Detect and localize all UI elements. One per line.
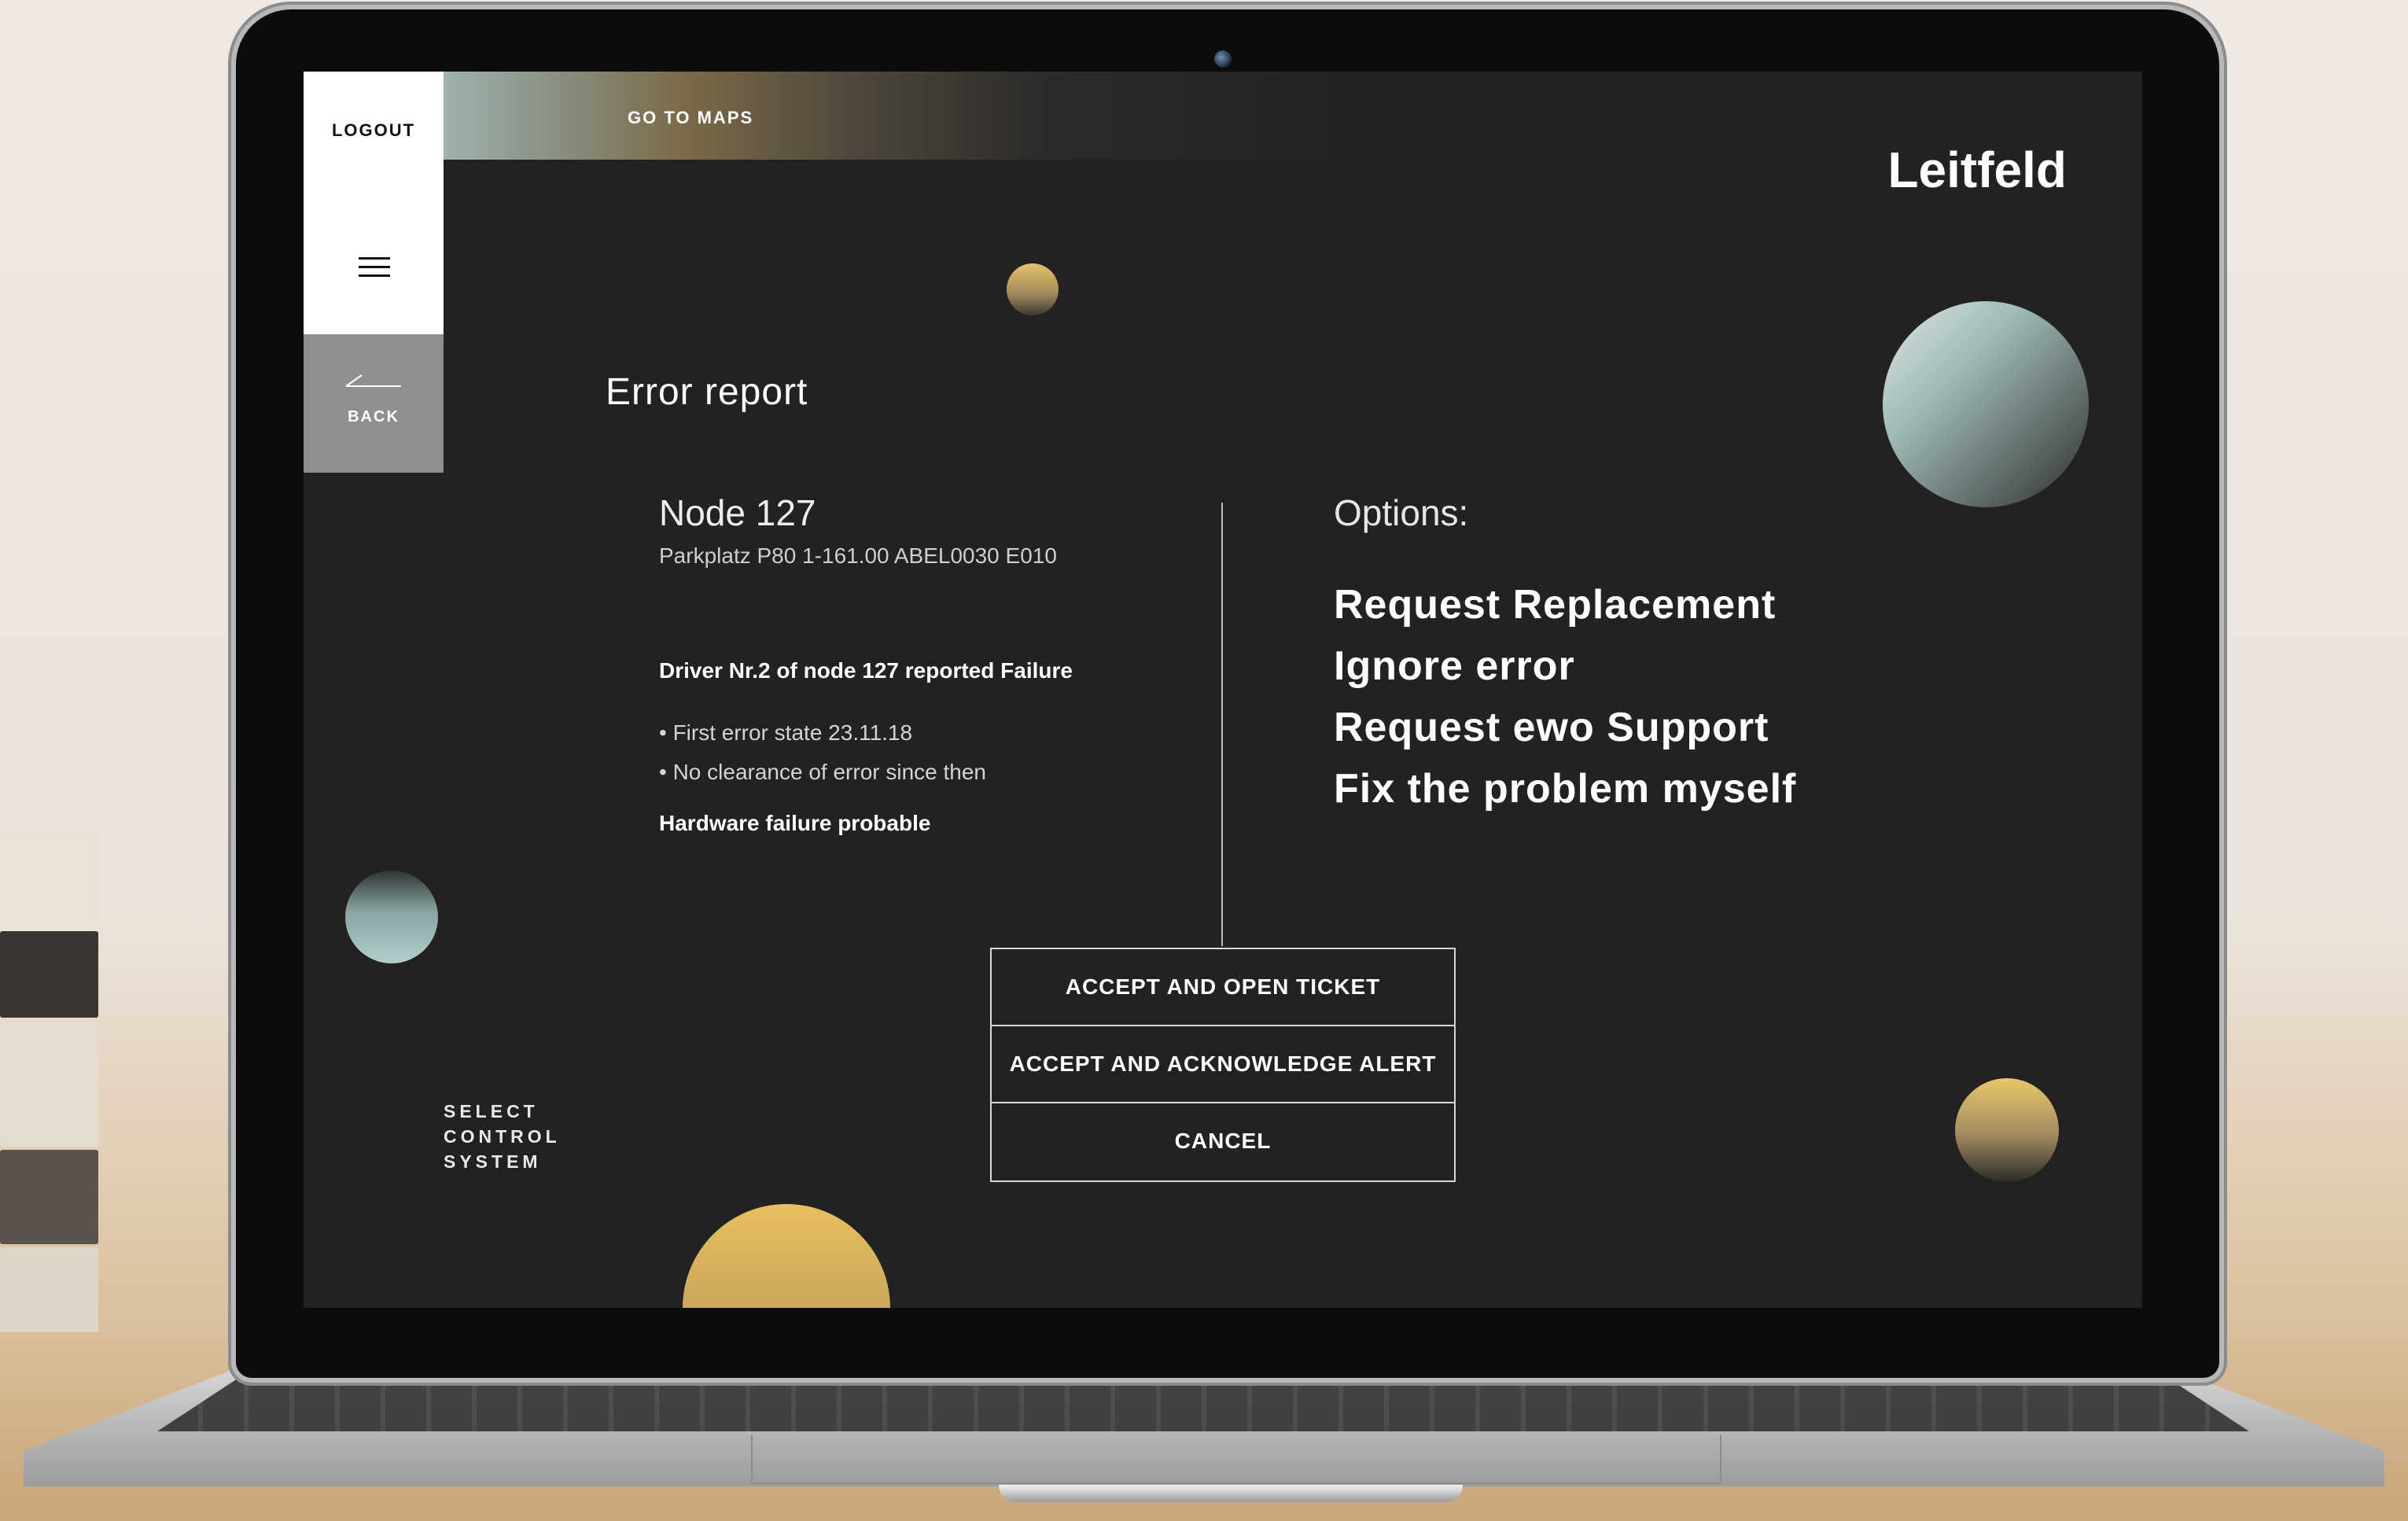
back-label[interactable]: BACK bbox=[304, 408, 444, 426]
hamburger-icon[interactable] bbox=[359, 257, 390, 278]
decorative-orb bbox=[1955, 1078, 2059, 1182]
option-ignore-error[interactable]: Ignore error bbox=[1334, 643, 1575, 690]
page-title: Error report bbox=[606, 371, 808, 413]
error-details-list: • First error state 23.11.18 • No cleara… bbox=[659, 713, 986, 792]
top-navigation-bar: GO TO MAPS bbox=[444, 72, 1372, 160]
error-detail-item: • First error state 23.11.18 bbox=[659, 720, 913, 745]
node-location: Parkplatz P80 1-161.00 ABEL0030 E010 bbox=[659, 543, 1057, 568]
node-title: Node 127 bbox=[659, 492, 816, 533]
option-request-support[interactable]: Request ewo Support bbox=[1334, 704, 1769, 751]
laptop-keyboard bbox=[157, 1376, 2249, 1431]
driver-report: Driver Nr.2 of node 127 reported Failure bbox=[659, 658, 1073, 683]
options-heading: Options: bbox=[1334, 492, 1469, 533]
vertical-divider bbox=[1221, 503, 1223, 946]
select-control-system-line: SELECT bbox=[444, 1101, 539, 1121]
back-button[interactable] bbox=[304, 334, 444, 473]
laptop-trackpad bbox=[751, 1435, 1721, 1484]
webcam-icon bbox=[1214, 50, 1232, 68]
cancel-button[interactable]: CANCEL bbox=[992, 1102, 1454, 1179]
select-control-system-line: CONTROL bbox=[444, 1126, 561, 1147]
decorative-orb bbox=[1883, 301, 2089, 507]
select-control-system-line: SYSTEM bbox=[444, 1151, 542, 1172]
decorative-orb bbox=[683, 1204, 890, 1308]
diagnosis-text: Hardware failure probable bbox=[659, 811, 931, 835]
brand-logo: Leitfeld bbox=[1887, 142, 2067, 198]
option-request-replacement[interactable]: Request Replacement bbox=[1334, 581, 1776, 628]
accept-open-ticket-button[interactable]: ACCEPT AND OPEN TICKET bbox=[992, 949, 1454, 1025]
app-screen: GO TO MAPS LOGOUT BACK Leitfeld Error re… bbox=[304, 72, 2142, 1308]
accept-acknowledge-alert-button[interactable]: ACCEPT AND ACKNOWLEDGE ALERT bbox=[992, 1025, 1454, 1102]
sidebar-panel: LOGOUT bbox=[304, 72, 444, 334]
action-button-group: ACCEPT AND OPEN TICKET ACCEPT AND ACKNOW… bbox=[990, 948, 1456, 1182]
decorative-orb bbox=[1007, 263, 1059, 315]
select-control-system-link[interactable]: SELECT CONTROL SYSTEM bbox=[444, 1099, 561, 1174]
go-to-maps-link[interactable]: GO TO MAPS bbox=[628, 108, 753, 128]
laptop-front-notch bbox=[999, 1485, 1463, 1502]
decorative-orb bbox=[345, 871, 438, 963]
book-stack bbox=[0, 834, 98, 1376]
error-detail-item: • No clearance of error since then bbox=[659, 760, 987, 784]
arrow-left-icon bbox=[345, 374, 401, 387]
option-fix-myself[interactable]: Fix the problem myself bbox=[1334, 765, 1796, 812]
logout-button[interactable]: LOGOUT bbox=[304, 120, 444, 141]
